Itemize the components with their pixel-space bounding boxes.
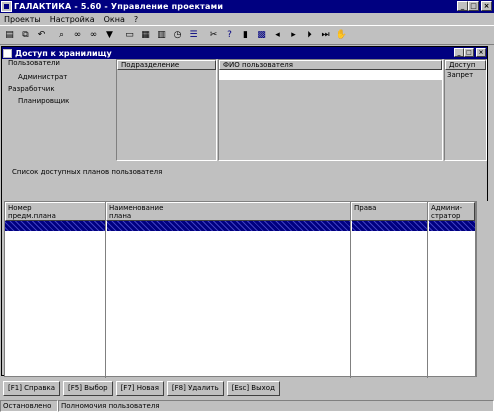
info-icon[interactable]: ▮ (238, 28, 253, 43)
next-icon[interactable]: ⏵ (302, 28, 317, 43)
grid-divider (350, 202, 351, 378)
app-title: ГАЛАКТИКА - 5.60 - Управление проектами (14, 2, 224, 11)
minimize-button[interactable]: _ (457, 1, 468, 11)
menu-windows[interactable]: Окна (104, 15, 125, 24)
grid-divider (427, 202, 428, 378)
child-close-button[interactable]: × (476, 48, 486, 57)
f5-select-button[interactable]: [F5] Выбор (63, 380, 113, 396)
prev-icon[interactable]: ▸ (286, 28, 301, 43)
users-header: Пользователи (8, 59, 60, 67)
grid-divider (105, 202, 106, 378)
menu-help[interactable]: ? (134, 15, 138, 24)
first-icon[interactable]: ◂ (270, 28, 285, 43)
clock-icon[interactable]: ◷ (170, 28, 185, 43)
grid-header-rights-line1: Права (354, 204, 377, 212)
app-icon[interactable] (1, 1, 12, 12)
binoculars-next-icon[interactable]: ∞ (86, 28, 101, 43)
grid-header-number-line1: Номер (8, 204, 32, 212)
maximize-button[interactable]: □ (468, 1, 479, 11)
vertical-scrollbar[interactable] (476, 201, 488, 377)
plans-grid[interactable]: Номер предм.плана Наименование плана Пра… (4, 201, 476, 378)
status-left: Остановлено (0, 400, 58, 412)
folder-icon[interactable]: ▭ (122, 28, 137, 43)
grid-icon[interactable]: ▩ (254, 28, 269, 43)
help-icon[interactable]: ? (222, 28, 237, 43)
window-controls: _ □ × (457, 1, 492, 11)
last-icon[interactable]: ⏭ (318, 28, 333, 43)
f7-new-button[interactable]: [F7] Новая (115, 380, 164, 396)
access-header[interactable]: Доступ (445, 60, 486, 70)
grid-header-name-line2: плана (109, 212, 132, 220)
grid-header-number[interactable]: Номер предм.плана (5, 202, 106, 221)
f8-delete-button[interactable]: [F8] Удалить (166, 380, 224, 396)
access-window: Доступ к хранилищу _ □ × Пользователи Ад… (1, 46, 488, 378)
child-title: Доступ к хранилищу (15, 48, 112, 58)
cell-admin[interactable] (429, 221, 475, 231)
grid-header-name-line1: Наименование (109, 204, 164, 212)
cell-name[interactable] (107, 221, 350, 231)
undo-icon[interactable]: ↶ (34, 28, 49, 43)
filter-icon[interactable]: ▼ (102, 28, 117, 43)
scissors-icon[interactable]: ✂ (206, 28, 221, 43)
grid-header-admin[interactable]: Админи- стратор (428, 202, 475, 221)
toolbar: ▤ ⧉ ↶ ⌕ ∞ ∞ ▼ ▭ ▦ ▥ ◷ ☰ ✂ ? ▮ ▩ ◂ ▸ ⏵ ⏭ … (0, 25, 494, 45)
child-maximize-button[interactable]: □ (464, 48, 474, 57)
child-titlebar: Доступ к хранилищу _ □ × (2, 47, 487, 59)
function-key-bar: [F1] Справка [F5] Выбор [F7] Новая [F8] … (0, 378, 494, 398)
plans-caption: Список доступных планов пользователя (12, 168, 163, 176)
table-row-selected[interactable] (5, 221, 475, 231)
calendar-icon[interactable]: ▥ (154, 28, 169, 43)
grid-header-admin-line1: Админи- (431, 204, 463, 212)
new-doc-icon[interactable]: ▤ (2, 28, 17, 43)
grid-header-admin-line2: стратор (431, 212, 461, 220)
fio-header[interactable]: ФИО пользователя (219, 60, 442, 70)
group-column[interactable]: Подразделение (116, 59, 217, 161)
users-column: Пользователи Администрат Разработчик Пла… (2, 59, 115, 161)
app-titlebar: ГАЛАКТИКА - 5.60 - Управление проектами … (0, 0, 494, 13)
print-icon[interactable]: ▦ (138, 28, 153, 43)
grid-header-name[interactable]: Наименование плана (106, 202, 351, 221)
menu-settings[interactable]: Настройка (50, 15, 95, 24)
access-column[interactable]: Доступ Запрет (444, 59, 487, 161)
fio-column[interactable]: ФИО пользователя (218, 59, 443, 161)
child-minimize-button[interactable]: _ (454, 48, 464, 57)
status-bar: Остановлено Полномочия пользователя (0, 400, 494, 412)
f1-help-button[interactable]: [F1] Справка (3, 380, 61, 396)
group-header[interactable]: Подразделение (117, 60, 216, 70)
hand-icon[interactable]: ✋ (334, 28, 349, 43)
user-label-planner[interactable]: Планировщик (18, 97, 115, 105)
grid-header-number-line2: предм.плана (8, 212, 56, 220)
grid-header-rights[interactable]: Права (351, 202, 428, 221)
document-icon[interactable] (3, 48, 12, 58)
status-right: Полномочия пользователя (58, 400, 494, 412)
list-icon[interactable]: ☰ (186, 28, 201, 43)
user-label-developer[interactable]: Разработчик (8, 85, 115, 93)
esc-exit-button[interactable]: [Esc] Выход (226, 380, 280, 396)
find-icon[interactable]: ⌕ (54, 28, 69, 43)
fio-input[interactable] (219, 70, 442, 80)
cell-rights[interactable] (352, 221, 427, 231)
copy-icon[interactable]: ⧉ (18, 28, 33, 43)
menu-projects[interactable]: Проекты (4, 15, 41, 24)
user-label-admin[interactable]: Администрат (18, 73, 115, 81)
users-pane: Пользователи Администрат Разработчик Пла… (2, 59, 487, 161)
menu-bar: Проекты Настройка Окна ? (0, 13, 494, 25)
child-window-controls: _ □ × (454, 48, 486, 57)
close-button[interactable]: × (481, 1, 492, 11)
access-value[interactable]: Запрет (445, 70, 486, 80)
cell-number[interactable] (5, 221, 105, 231)
binoculars-icon[interactable]: ∞ (70, 28, 85, 43)
